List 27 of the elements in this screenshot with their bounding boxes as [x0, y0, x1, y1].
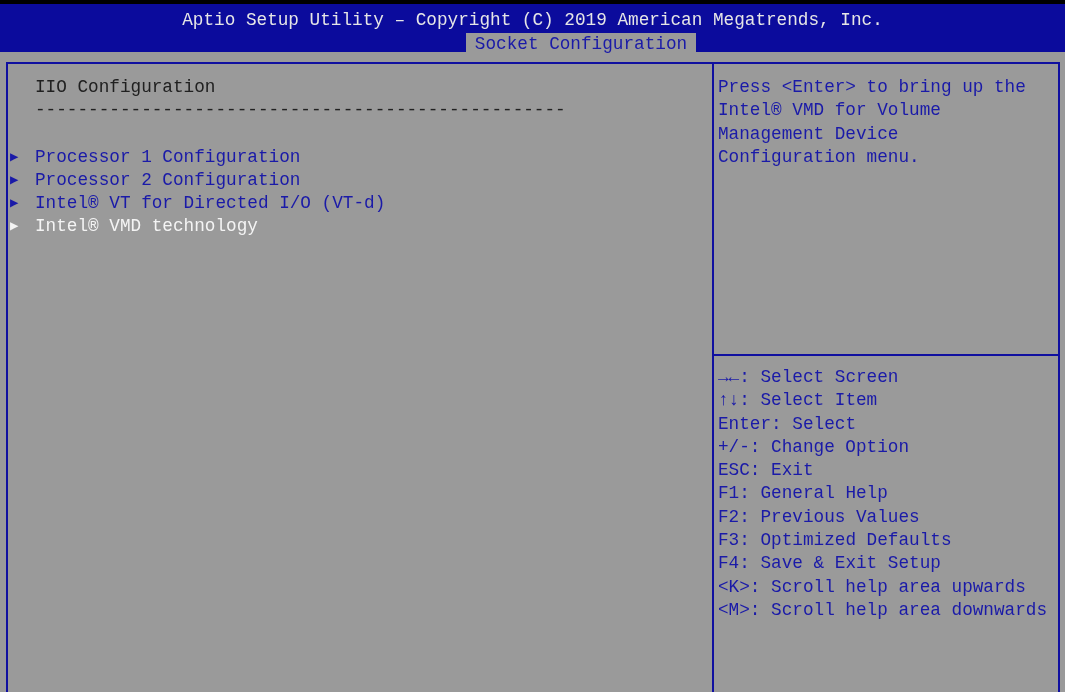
- triangle-icon: ▶: [10, 145, 35, 169]
- key-hint: F3: Optimized Defaults: [718, 529, 952, 553]
- menu-item[interactable]: ▶ Processor 2 Configuration: [8, 168, 301, 193]
- help-text: Management Device: [718, 122, 899, 146]
- key-hint: <M>: Scroll help area downwards: [718, 598, 1048, 622]
- key-hint: →←: Select Screen: [718, 366, 899, 389]
- key-hint: +/-: Change Option: [718, 435, 910, 459]
- tab[interactable]: Socket Configuration: [465, 33, 697, 56]
- section-title: IIO Configuration: [34, 76, 217, 99]
- key-hint: ESC: Exit: [718, 459, 814, 483]
- menu-item[interactable]: ▶ Intel® VMD technology: [8, 215, 258, 239]
- triangle-icon: ▶: [10, 215, 35, 239]
- key-hint: Enter: Select: [718, 412, 856, 436]
- key-hint: F2: Previous Values: [718, 505, 920, 529]
- menu-item[interactable]: ▶ Intel® VT for Directed I/O (VT-d): [8, 192, 386, 216]
- help-text: Intel® VMD for Volume: [718, 99, 941, 123]
- triangle-icon: ▶: [10, 192, 35, 216]
- menu-item[interactable]: ▶ Processor 1 Configuration: [8, 145, 301, 169]
- triangle-icon: ▶: [10, 168, 35, 193]
- key-hint: F4: Save & Exit Setup: [718, 552, 941, 576]
- key-hint: F1: General Help: [718, 482, 888, 506]
- key-hint: <K>: Scroll help area upwards: [718, 575, 1026, 599]
- help-text: Press <Enter> to bring up the: [718, 76, 1026, 99]
- help-text: Configuration menu.: [718, 145, 920, 169]
- separator-line: --------------------------------------------------: [34, 99, 566, 123]
- window-title: Aptio Setup Utility – Copyright (C) 2019 American Megatrends, Inc.: [182, 9, 883, 32]
- key-hint: ↑↓: Select Item: [718, 389, 878, 413]
